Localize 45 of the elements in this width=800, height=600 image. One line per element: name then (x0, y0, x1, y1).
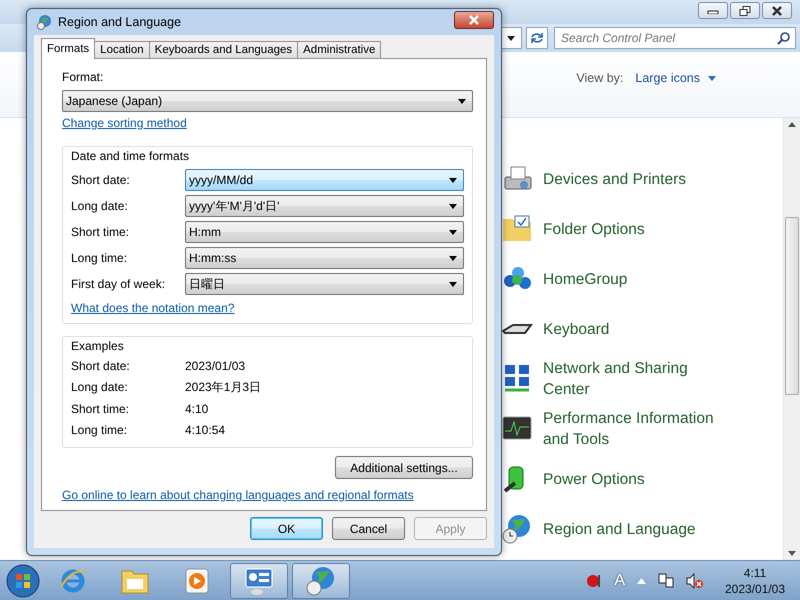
dialog-title: Region and Language (58, 14, 182, 31)
dialog-button[interactable]: Cancel (332, 517, 405, 540)
notation-help-link[interactable]: What does the notation mean? (71, 301, 234, 315)
field-label: Short time: (71, 224, 130, 241)
view-by-label: View by: (576, 70, 624, 88)
control-panel-item[interactable]: Region and Language (543, 518, 733, 540)
format-dropdown[interactable]: H:mm (185, 221, 464, 243)
change-sorting-link[interactable]: Change sorting method (62, 116, 187, 130)
field-label: Long time: (71, 250, 128, 267)
tab[interactable]: Location (94, 41, 150, 59)
tab[interactable]: Formats (41, 38, 96, 59)
tab[interactable]: Keyboards and Languages (148, 41, 298, 59)
control-panel-item[interactable]: HomeGroup (543, 268, 733, 290)
control-panel-item[interactable]: Network and Sharing Center (543, 358, 733, 400)
control-panel-item[interactable]: Devices and Printers (543, 168, 733, 190)
format-dropdown[interactable]: H:mm:ss (185, 247, 464, 269)
view-by-dropdown[interactable]: Large icons (635, 69, 716, 88)
format-dropdown[interactable]: yyyy'年'M'月'd'日' (185, 195, 464, 217)
group-title: Examples (69, 339, 126, 353)
example-value: 2023/01/03 (185, 358, 246, 375)
format-dropdown[interactable]: 日曜日 (185, 273, 464, 295)
example-label: Short date: (71, 358, 131, 375)
search-field[interactable]: Search Control Panel (554, 27, 796, 49)
example-label: Long date: (71, 379, 129, 396)
control-panel-item[interactable]: Keyboard (543, 318, 733, 340)
online-help-link[interactable]: Go online to learn about changing languages and regional formats (62, 488, 414, 502)
example-value: 2023年1月3日 (185, 379, 262, 396)
example-label: Short time: (71, 400, 130, 418)
field-label: Long date: (71, 198, 129, 215)
example-value: 4:10 (185, 400, 208, 418)
group-title: Date and time formats (69, 149, 192, 163)
field-label: Short date: (71, 172, 131, 189)
example-label: Long time: (71, 422, 128, 440)
control-panel-item[interactable]: Power Options (543, 468, 733, 490)
format-label: Format: (62, 69, 104, 86)
dialog-button[interactable]: OK (250, 517, 323, 540)
field-label: First day of week: (71, 276, 166, 293)
format-dropdown[interactable]: Japanese (Japan) (62, 90, 473, 112)
control-panel-item[interactable]: Folder Options (543, 218, 733, 240)
example-value: 4:10:54 (185, 422, 226, 440)
control-panel-item[interactable]: Performance Information and Tools (543, 408, 733, 450)
tab[interactable]: Administrative (297, 41, 382, 59)
additional-settings-button[interactable]: Additional settings... (335, 456, 473, 479)
clock[interactable]: 4:11 2023/01/03 (716, 564, 794, 596)
format-dropdown[interactable]: yyyy/MM/dd (185, 169, 464, 191)
